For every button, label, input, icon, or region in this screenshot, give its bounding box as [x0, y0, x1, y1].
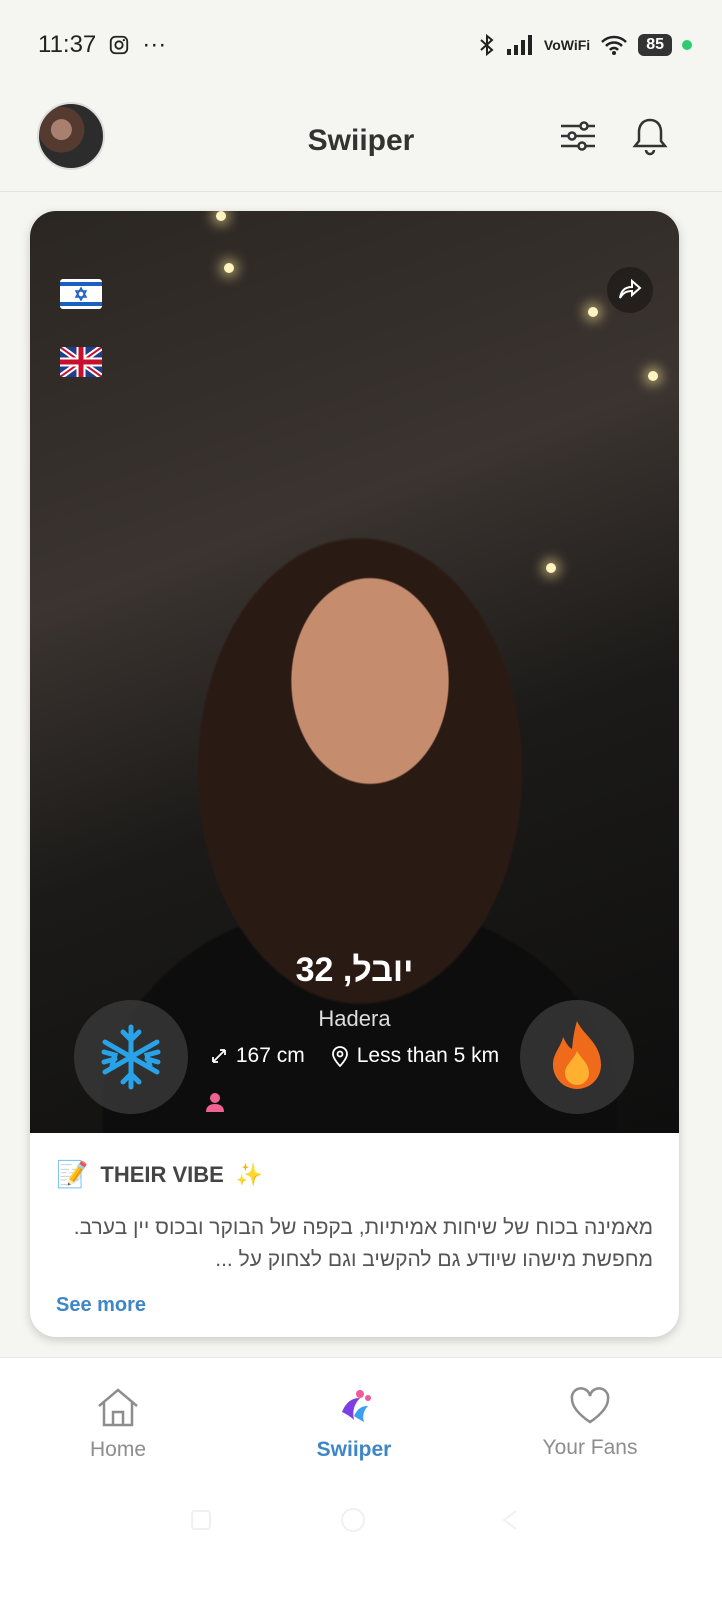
- fire-like-button[interactable]: [520, 1000, 634, 1114]
- swiiper-logo-icon: [342, 1390, 371, 1422]
- memo-icon: 📝: [56, 1159, 89, 1189]
- expand-arrow-icon: [211, 1049, 226, 1063]
- location-pin-icon: [331, 1046, 348, 1067]
- tab-swiiper-label: Swiiper: [316, 1438, 392, 1461]
- uk-flag-icon: [60, 347, 102, 377]
- status-time: 11:37: [38, 31, 97, 58]
- status-time-group: 11:37 ···: [38, 31, 166, 59]
- back-nav-icon[interactable]: [496, 1505, 526, 1535]
- status-icons: VoWiFi 85: [478, 33, 692, 57]
- wifi-icon: [601, 35, 628, 55]
- light-decor: [216, 211, 226, 221]
- more-notifications-icon: ···: [142, 31, 167, 58]
- flame-icon: [553, 1021, 601, 1089]
- vibe-heading-row: 📝 THEIR VIBE ✨: [56, 1159, 653, 1190]
- share-arrow-icon: [619, 278, 642, 299]
- status-bar: 11:37 ··· VoWiFi 85: [0, 0, 722, 90]
- height-info: 167 cm: [210, 1044, 305, 1068]
- light-decor: [224, 263, 234, 273]
- filter-icon[interactable]: [558, 116, 598, 156]
- vowifi-label: VoWiFi: [543, 37, 591, 53]
- tab-your-fans[interactable]: Your Fans: [500, 1386, 680, 1460]
- bluetooth-icon: [480, 33, 494, 57]
- home-icon: [98, 1388, 138, 1427]
- tab-your-fans-label: Your Fans: [542, 1436, 638, 1459]
- app-header: Swiiper: [0, 90, 722, 192]
- distance-info: Less than 5 km: [331, 1044, 499, 1068]
- page-title: Swiiper: [307, 123, 415, 157]
- israel-flag-icon: [60, 279, 102, 309]
- person-icon: [206, 1093, 224, 1112]
- heart-icon: [570, 1387, 610, 1424]
- signal-icon: [506, 35, 532, 55]
- home-nav-icon[interactable]: [338, 1505, 368, 1535]
- profile-name-age: יובל, 32: [295, 951, 414, 989]
- privacy-dot-icon: [682, 40, 692, 50]
- tab-swiiper[interactable]: Swiiper: [264, 1386, 444, 1462]
- share-button[interactable]: [607, 267, 653, 313]
- vibe-heading: THEIR VIBE: [100, 1161, 224, 1187]
- avatar[interactable]: [37, 102, 105, 170]
- recent-apps-icon[interactable]: [186, 1505, 216, 1535]
- light-decor: [546, 563, 556, 573]
- profile-photo[interactable]: יובל, 32 Hadera 167 cm Less than 5 km: [30, 211, 679, 1133]
- see-more-link[interactable]: See more: [56, 1294, 653, 1317]
- bottom-tab-bar: Home Swiiper Your Fans: [0, 1357, 722, 1599]
- instagram-icon: [110, 35, 129, 55]
- battery-indicator: 85: [638, 34, 672, 56]
- vibe-section: 📝 THEIR VIBE ✨ מאמינה בכוח של שיחות אמית…: [30, 1133, 679, 1337]
- bell-icon[interactable]: [630, 116, 670, 156]
- distance-text: Less than 5 km: [356, 1044, 500, 1067]
- tab-home-label: Home: [89, 1438, 147, 1461]
- snowflake-icon: [101, 1024, 161, 1090]
- vibe-text: מאמינה בכוח של שיחות אמיתיות, בקפה של הב…: [73, 1216, 653, 1271]
- tab-home[interactable]: Home: [28, 1386, 208, 1462]
- ice-pass-button[interactable]: [74, 1000, 188, 1114]
- profile-card[interactable]: יובל, 32 Hadera 167 cm Less than 5 km 📝 …: [30, 211, 679, 1337]
- light-decor: [588, 307, 598, 317]
- height-text: 167 cm: [235, 1044, 305, 1067]
- light-decor: [648, 371, 658, 381]
- sparkle-icon: ✨: [235, 1161, 264, 1187]
